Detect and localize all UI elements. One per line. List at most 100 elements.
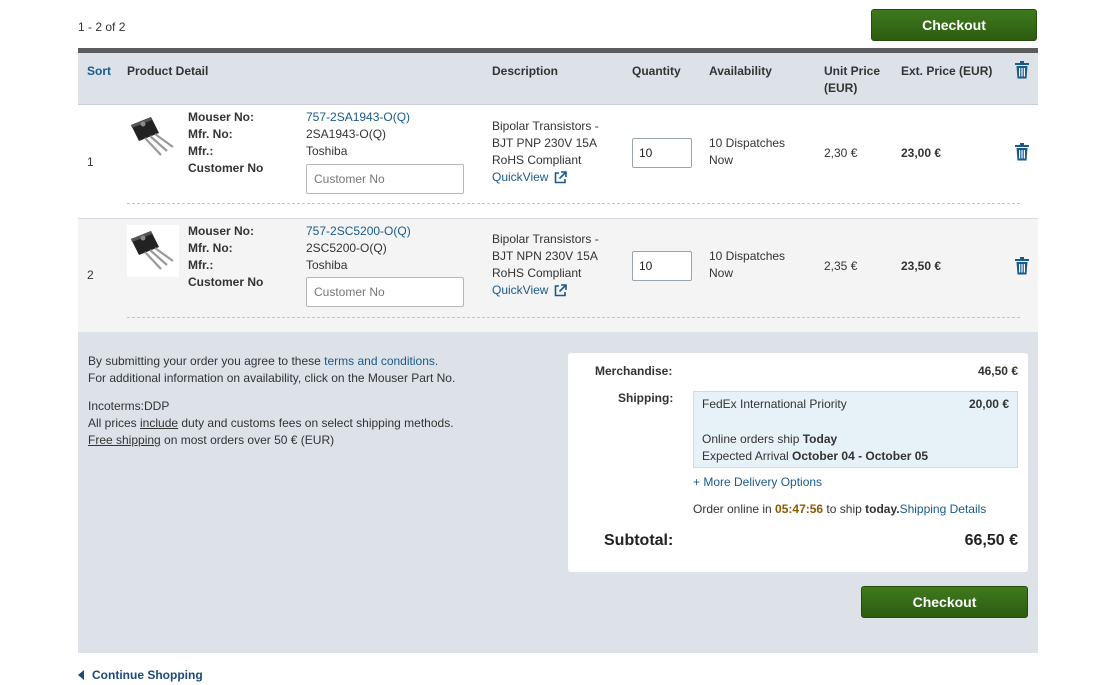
countdown-timer: 05:47:56: [775, 502, 824, 516]
unit-price-header: Unit Price (EUR): [824, 63, 880, 97]
terms-line: By submitting your order you agree to th…: [88, 353, 438, 370]
manufacturer: Toshiba: [306, 258, 348, 272]
free-shipping-info: Free shipping on most orders over 50 € (…: [88, 432, 334, 449]
table-row: 2 Mouser No: Mfr. No: Mfr.: Customer No …: [78, 219, 1038, 332]
order-deadline: Order online in 05:47:56 to ship today.S…: [693, 502, 986, 516]
sort-header[interactable]: Sort: [87, 63, 111, 80]
mfr-label: Mfr.:: [188, 258, 214, 272]
ship-today-line: Online orders ship Today: [702, 432, 837, 446]
merchandise-value: 46,50 €: [977, 364, 1018, 378]
free-shipping-link[interactable]: Free shipping: [88, 433, 161, 447]
quickview-link[interactable]: QuickView: [492, 282, 568, 299]
mfr-part-no: 2SC5200-O(Q): [306, 241, 387, 255]
terms-prefix: By submitting your order you agree to th…: [88, 354, 325, 368]
mfr-label: Mfr.:: [188, 144, 214, 158]
duty-suffix: duty and customs fees on select shipping…: [178, 416, 454, 430]
product-detail-header: Product Detail: [127, 64, 209, 78]
shipping-option-box[interactable]: FedEx International Priority 20,00 € Onl…: [693, 391, 1018, 468]
terms-link[interactable]: terms and conditions.: [324, 354, 438, 368]
row-divider: [127, 203, 1020, 204]
quantity-input[interactable]: [632, 138, 692, 168]
free-shipping-suffix: on most orders over 50 € (EUR): [160, 433, 335, 447]
order-today: today.: [865, 502, 900, 516]
checkout-button-bottom[interactable]: Checkout: [861, 586, 1028, 618]
shipping-method: FedEx International Priority: [702, 397, 847, 411]
order-totals-panel: Merchandise: 46,50 € Shipping: FedEx Int…: [568, 353, 1028, 572]
description-line: RoHS Compliant: [492, 153, 582, 167]
transistor-image[interactable]: [127, 225, 179, 277]
more-delivery-options-link[interactable]: + More Delivery Options: [693, 475, 822, 489]
ship-prefix: Online orders ship: [702, 432, 803, 446]
quickview-label: QuickView: [492, 170, 549, 184]
unit-price-header-line1: Unit Price: [824, 64, 881, 78]
customer-no-input[interactable]: [306, 277, 464, 307]
delete-item-icon[interactable]: [1014, 257, 1030, 275]
description: Bipolar Transistors - BJT PNP 230V 15A R…: [492, 118, 620, 186]
availability: 10 Dispatches Now: [709, 248, 809, 282]
ext-price: 23,50 €: [901, 259, 942, 273]
incoterms: Incoterms:DDP: [88, 399, 170, 413]
order-mid: to ship: [823, 502, 866, 516]
row-index: 1: [87, 155, 94, 169]
checkout-button-top[interactable]: Checkout: [871, 9, 1037, 41]
subtotal-label: Subtotal:: [604, 532, 674, 549]
external-link-icon: [555, 171, 568, 184]
availability-line: 10 Dispatches: [709, 136, 786, 150]
availability-info: For additional information on availabili…: [88, 371, 456, 385]
customer-no-label: Customer No: [188, 161, 264, 175]
duty-info: All prices include duty and customs fees…: [88, 415, 454, 432]
availability-line: 10 Dispatches: [709, 249, 786, 263]
continue-shopping-link[interactable]: Continue Shopping: [78, 668, 203, 682]
external-link-icon: [555, 284, 568, 297]
description-line: RoHS Compliant: [492, 266, 582, 280]
description-header: Description: [492, 64, 559, 78]
unit-price: 2,35 €: [824, 259, 858, 273]
mfr-no-label: Mfr. No:: [188, 127, 233, 141]
mouser-no-label: Mouser No:: [188, 224, 254, 238]
include-link[interactable]: include: [140, 416, 178, 430]
shipping-cost: 20,00 €: [968, 397, 1009, 411]
unit-price-header-line2: (EUR): [824, 81, 858, 95]
availability-line: Now: [709, 266, 734, 280]
customer-no-input[interactable]: [306, 164, 464, 194]
quickview-link[interactable]: QuickView: [492, 169, 568, 186]
quantity-input[interactable]: [632, 251, 692, 281]
ext-price-header: Ext. Price (EUR): [901, 64, 993, 78]
description-line: Bipolar Transistors -: [492, 232, 599, 246]
order-prefix: Order online in: [693, 502, 776, 516]
unit-price: 2,30 €: [824, 146, 858, 160]
availability: 10 Dispatches Now: [709, 135, 809, 169]
mouser-part-link[interactable]: 757-2SC5200-O(Q): [306, 223, 411, 240]
caret-left-icon: [78, 670, 84, 680]
arrival-dates: October 04 - October 05: [792, 449, 929, 463]
arrival-prefix: Expected Arrival: [702, 449, 793, 463]
mfr-no-label: Mfr. No:: [188, 241, 233, 255]
table-row: 1 Mouser No: Mfr. No: Mfr.: Customer No …: [78, 105, 1038, 219]
description-line: BJT NPN 230V 15A: [492, 249, 598, 263]
arrival-line: Expected Arrival October 04 - October 05: [702, 449, 928, 463]
delete-all-icon[interactable]: [1014, 61, 1030, 79]
description-line: Bipolar Transistors -: [492, 119, 599, 133]
availability-line: Now: [709, 153, 734, 167]
transistor-image[interactable]: [127, 111, 179, 163]
table-header: Sort Product Detail Description Quantity…: [78, 53, 1038, 105]
result-count: 1 - 2 of 2: [78, 20, 126, 34]
mfr-part-no: 2SA1943-O(Q): [306, 127, 387, 141]
delete-item-icon[interactable]: [1014, 143, 1030, 161]
shipping-details-link[interactable]: Shipping Details: [900, 502, 987, 516]
mouser-part-link[interactable]: 757-2SA1943-O(Q): [306, 109, 410, 126]
row-index: 2: [87, 268, 94, 282]
row-divider: [127, 317, 1020, 318]
quantity-header: Quantity: [632, 64, 681, 78]
shipping-label: Shipping:: [618, 391, 674, 405]
duty-prefix: All prices: [88, 416, 141, 430]
continue-shopping-label: Continue Shopping: [92, 668, 203, 682]
ext-price: 23,00 €: [901, 146, 942, 160]
ship-today: Today: [802, 432, 838, 446]
subtotal-value: 66,50 €: [964, 532, 1018, 549]
mouser-no-label: Mouser No:: [188, 110, 254, 124]
quickview-label: QuickView: [492, 283, 549, 297]
description: Bipolar Transistors - BJT NPN 230V 15A R…: [492, 231, 620, 299]
availability-header: Availability: [709, 64, 772, 78]
merchandise-label: Merchandise:: [595, 364, 673, 378]
